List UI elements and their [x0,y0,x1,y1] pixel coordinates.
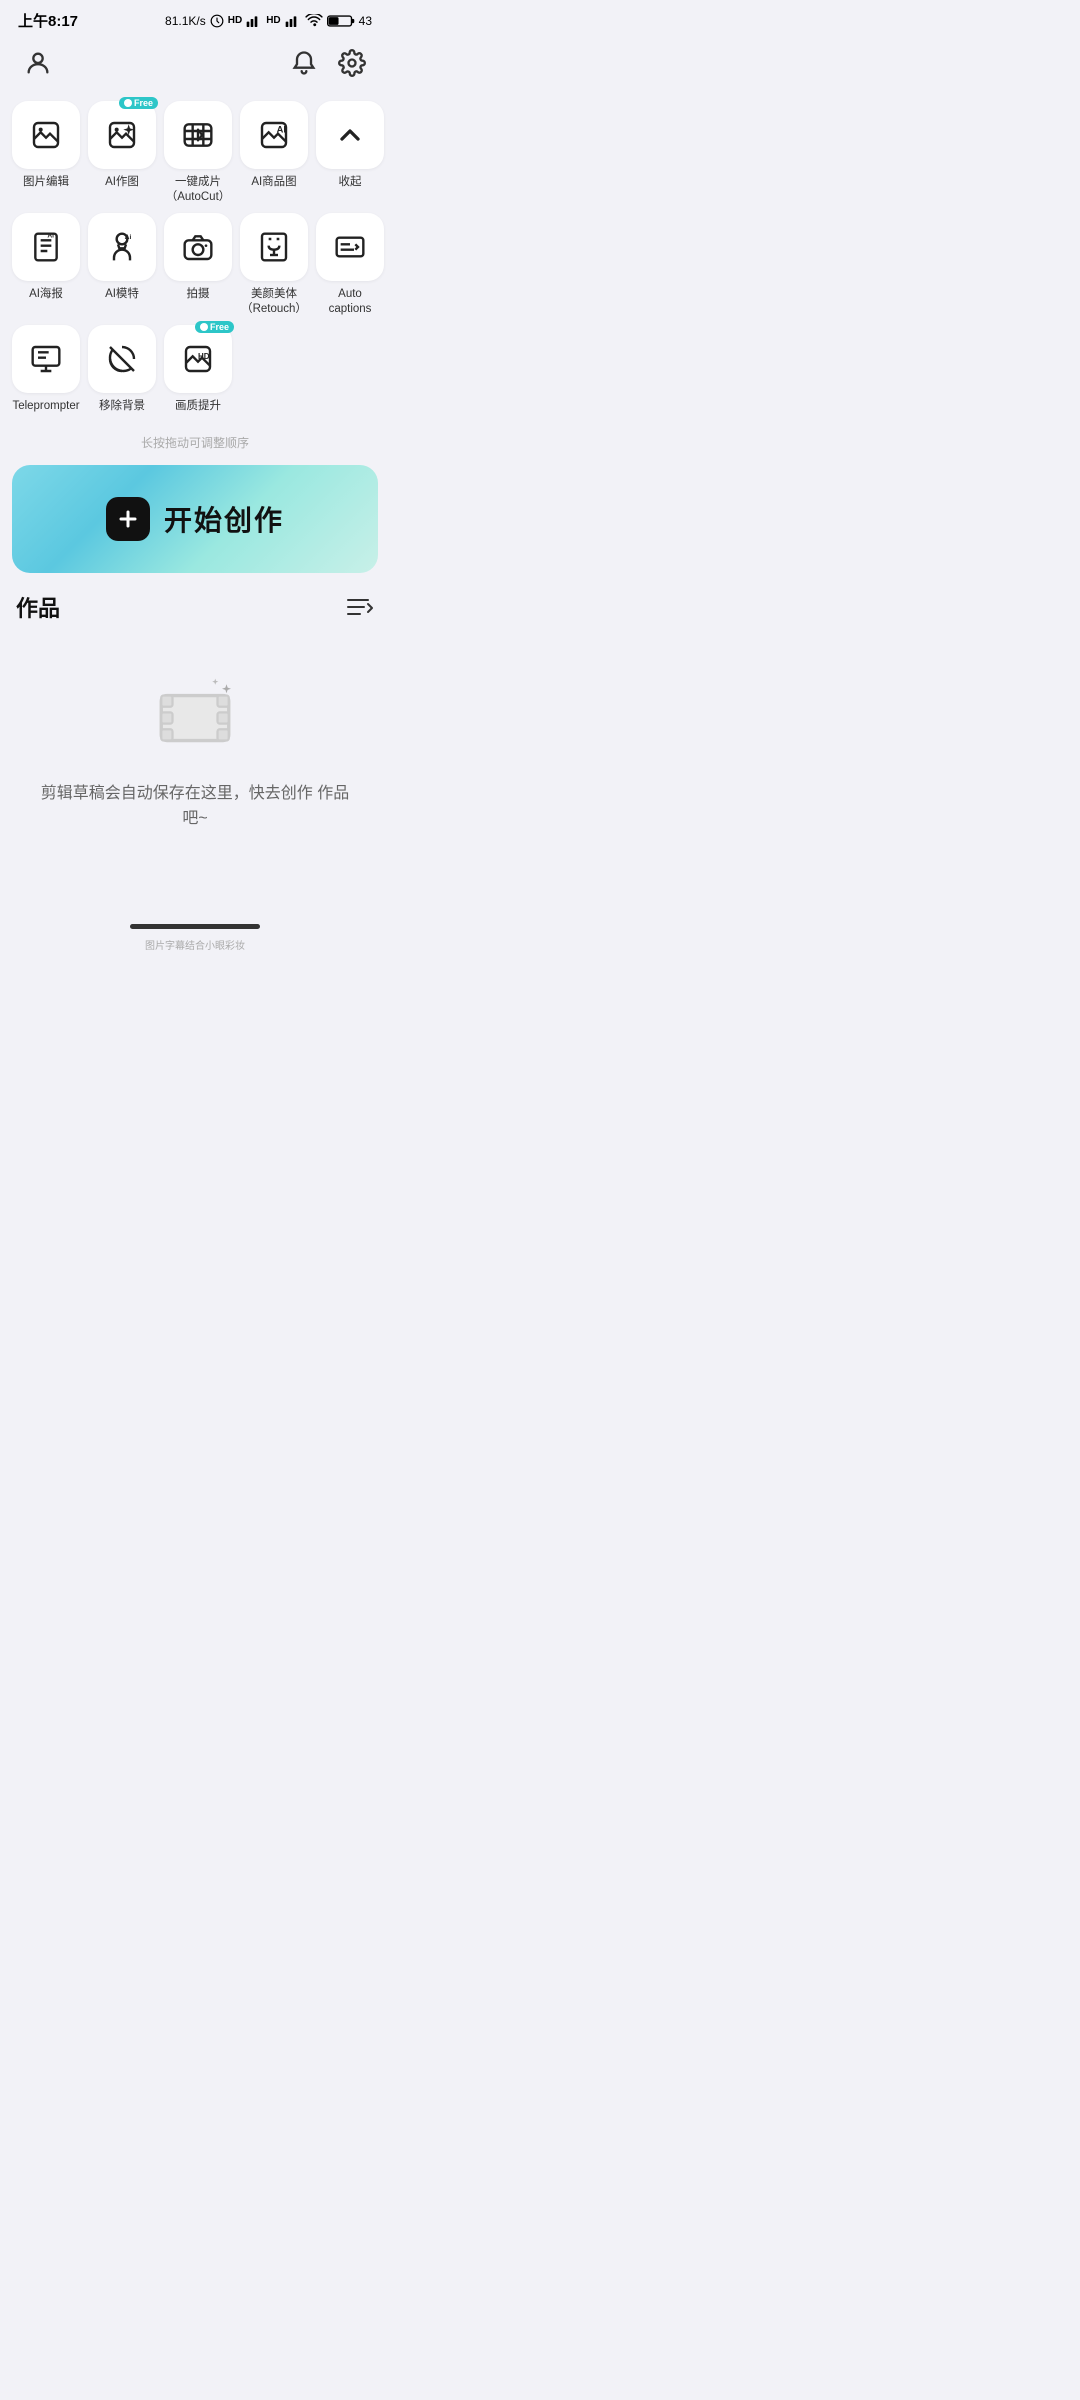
status-time: 上午8:17 [18,10,78,31]
ai-model-label: AI模特 [105,287,139,302]
empty-state: 剪辑草稿会自动保存在这里，快去创作 作品吧~ [16,653,374,872]
enhance-badge: Free [195,321,234,333]
tool-grid: 图片编辑 Free AI作图 [0,93,390,430]
settings-icon [338,49,366,77]
ai-poster-icon-box: Ai [12,213,80,281]
retouch-icon [258,231,290,263]
pic-edit-icon [30,119,62,151]
autocaptions-label: Auto captions [316,287,384,317]
ai-draw-icon-box: Free [88,101,156,169]
tool-pic-edit[interactable]: 图片编辑 [12,101,80,205]
nav-icons-right [286,45,370,81]
ai-poster-label: AI海报 [29,287,63,302]
wifi-icon [305,14,323,28]
works-section: 作品 剪辑草稿会自动保存在这里，快去创作 作品吧~ [0,591,390,872]
empty-text: 剪辑草稿会自动保存在这里，快去创作 作品吧~ [36,781,354,832]
enhance-label: 画质提升 [175,399,221,414]
create-plus-icon [106,497,150,541]
tool-retouch[interactable]: 美颜美体（Retouch） [240,213,308,317]
chevron-up-icon [334,119,366,151]
ai-product-icon: AI [258,119,290,151]
teleprompter-icon [30,343,62,375]
enhance-icon-box: Free HD [164,325,232,393]
user-button[interactable] [20,45,56,81]
collapse-label: 收起 [339,175,362,190]
enhance-icon: HD [182,343,214,375]
tool-collapse[interactable]: 收起 [316,101,384,205]
tool-ai-draw[interactable]: Free AI作图 [88,101,156,205]
autocaptions-icon [334,231,366,263]
network-speed: 81.1K/s [165,14,206,28]
pic-edit-icon-box [12,101,80,169]
tool-ai-product[interactable]: AI AI商品图 [240,101,308,205]
battery-percent: 43 [359,14,372,28]
ai-product-label: AI商品图 [251,175,296,190]
signal-hd: HD [228,15,242,26]
battery-icon [327,14,355,28]
tool-row-2: Ai AI海报 Ai AI模特 [12,213,378,317]
camera-label: 拍摄 [187,287,210,302]
camera-icon-box [164,213,232,281]
home-bar [130,924,260,929]
plus-icon [116,507,140,531]
drag-hint: 长按拖动可调整顺序 [0,430,390,465]
signal-bars2-icon [285,14,301,28]
status-bar: 上午8:17 81.1K/s HD HD [0,0,390,37]
signal-hd2: HD [266,15,280,26]
svg-text:Ai: Ai [125,234,132,241]
retouch-icon-box [240,213,308,281]
ai-model-icon-box: Ai [88,213,156,281]
autocut-label: 一键成片（AutoCut） [166,175,231,205]
autocut-icon-box [164,101,232,169]
remove-bg-icon [106,343,138,375]
bell-icon [290,49,318,77]
ai-poster-icon: Ai [30,231,62,263]
bell-button[interactable] [286,45,322,81]
retouch-label: 美颜美体（Retouch） [241,287,307,317]
pic-edit-label: 图片编辑 [23,175,69,190]
tool-row-1: 图片编辑 Free AI作图 [12,101,378,205]
ai-model-icon: Ai [106,231,138,263]
svg-text:HD: HD [198,352,210,361]
status-right: 81.1K/s HD HD [165,14,372,28]
tool-autocut[interactable]: 一键成片（AutoCut） [164,101,232,205]
tool-teleprompter[interactable]: Teleprompter [12,325,80,414]
ai-draw-badge: Free [119,97,158,109]
teleprompter-label: Teleprompter [12,399,79,414]
sort-button[interactable] [346,596,374,618]
collapse-icon-box [316,101,384,169]
signal-bars-icon [246,14,262,28]
tool-enhance[interactable]: Free HD 画质提升 [164,325,232,414]
home-indicator [0,912,390,937]
top-nav [0,37,390,93]
autocut-icon [182,119,214,151]
camera-icon [182,231,214,263]
create-banner[interactable]: 开始创作 [12,465,378,573]
works-title: 作品 [16,591,60,623]
tool-autocaptions[interactable]: Auto captions [316,213,384,317]
film-empty-icon [150,673,240,763]
settings-button[interactable] [334,45,370,81]
tool-camera[interactable]: 拍摄 [164,213,232,317]
ai-product-icon-box: AI [240,101,308,169]
tool-remove-bg[interactable]: 移除背景 [88,325,156,414]
autocaptions-icon-box [316,213,384,281]
tool-row-3: Teleprompter 移除背景 Free HD 画质提升 [12,325,378,414]
create-label: 开始创作 [164,499,284,539]
watermark: 图片字幕结合小眼彩妆 [0,937,390,956]
svg-text:Ai: Ai [47,233,54,240]
remove-bg-icon-box [88,325,156,393]
sort-icon [346,596,374,618]
remove-bg-label: 移除背景 [99,399,145,414]
teleprompter-icon-box [12,325,80,393]
ai-draw-icon [106,119,138,151]
clock-icon [210,14,224,28]
tool-ai-poster[interactable]: Ai AI海报 [12,213,80,317]
ai-draw-label: AI作图 [105,175,139,190]
works-header: 作品 [16,591,374,623]
tool-ai-model[interactable]: Ai AI模特 [88,213,156,317]
svg-text:AI: AI [277,124,286,134]
user-icon [24,49,52,77]
